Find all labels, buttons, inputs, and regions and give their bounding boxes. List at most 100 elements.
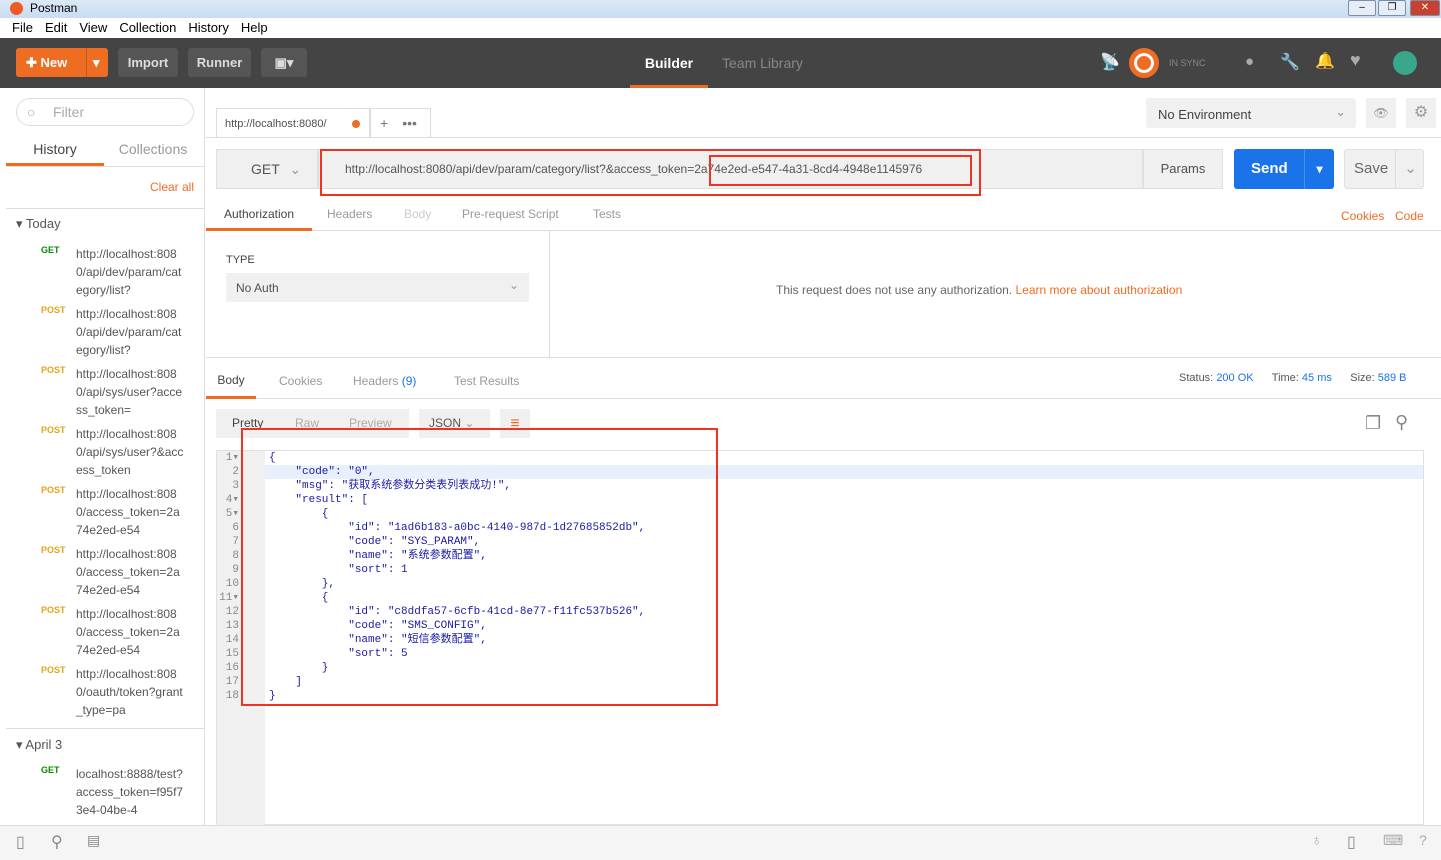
history-url: http://localhost:8080/access_token=2a74e… [76,547,180,597]
tab-collections[interactable]: Collections [104,136,202,166]
add-tab-button[interactable]: + [370,115,398,131]
filter-input[interactable]: ○ Filter [16,98,194,126]
tab-actions: + ••• [369,108,431,138]
heart-icon[interactable]: ♥ [1350,50,1361,71]
wrench-icon[interactable]: 🔧 [1280,52,1300,72]
method-badge: POST [41,305,66,315]
line-number: 2 [232,466,239,478]
status-label: Status: [1179,372,1214,384]
bell-icon[interactable]: 🔔 [1315,51,1335,71]
new-window-button[interactable]: ▣▾ [261,48,307,77]
chevron-down-icon[interactable]: ⌄ [1395,150,1425,188]
group-april-3[interactable]: ▾ April 3 [16,737,62,753]
params-button[interactable]: Params [1143,149,1223,189]
auth-type-select[interactable]: No Auth ⌄ [226,273,529,302]
tab-tests[interactable]: Tests [593,207,621,221]
headers-count: (9) [401,374,417,388]
tab-history[interactable]: History [6,136,104,166]
chevron-down-icon[interactable]: ▾ [1304,149,1334,189]
code-link[interactable]: Code [1395,209,1424,223]
filter-placeholder: Filter [53,104,85,120]
gear-icon[interactable]: ⚙ [1406,98,1436,128]
search-icon[interactable]: ⚲ [51,832,63,852]
globe-icon[interactable]: ● [1245,53,1254,70]
line-number: 5▾ [225,508,239,520]
menu-view[interactable]: View [79,20,107,35]
menu-history[interactable]: History [188,20,228,35]
save-label: Save [1354,160,1389,177]
line-number: 13 [225,620,239,632]
method-label: GET [251,161,280,177]
menu-file[interactable]: File [12,20,33,35]
line-number: 14 [225,634,239,646]
sync-icon[interactable] [1129,48,1159,78]
maximize-button[interactable]: ❐ [1378,0,1406,16]
type-label: TYPE [226,254,255,266]
group-today[interactable]: ▾ Today [16,216,61,232]
method-badge: POST [41,665,66,675]
auth-message: This request does not use any authorizat… [776,283,1182,297]
request-tab[interactable]: http://localhost:8080/ [216,108,371,138]
environment-select[interactable]: No Environment ⌄ [1146,98,1356,128]
help-icon[interactable]: ? [1419,832,1427,848]
time-value: 45 ms [1301,372,1332,384]
method-badge: POST [41,485,66,495]
history-url: http://localhost:8080/api/sys/user?acces… [76,367,183,417]
satellite-icon[interactable]: 📡 [1100,52,1120,72]
copy-icon[interactable]: ❐ [1365,413,1381,434]
search-icon[interactable]: ⚲ [1395,412,1408,433]
line-number: 6 [232,522,239,534]
tab-body[interactable]: Body [404,207,431,221]
request-tab-label: http://localhost:8080/ [225,118,327,130]
method-badge: GET [41,765,60,775]
tab-response-cookies[interactable]: Cookies [279,374,322,388]
tab-builder[interactable]: Builder [630,38,708,88]
eye-icon[interactable]: 👁 [1366,98,1396,128]
tab-test-results[interactable]: Test Results [454,374,519,388]
menu-edit[interactable]: Edit [45,20,67,35]
chevron-down-icon[interactable]: ▾ [86,48,100,77]
auth-text: This request does not use any authorizat… [776,283,1013,297]
chevron-down-icon: ⌄ [508,278,519,292]
environment-label: No Environment [1158,107,1252,122]
bulb-icon[interactable]: ♁ [1311,832,1322,849]
line-number: 18 [225,690,239,702]
console-icon[interactable]: ▤ [87,832,100,849]
keyboard-icon[interactable]: ⌨ [1383,832,1403,849]
import-button[interactable]: Import [118,48,178,77]
runner-button[interactable]: Runner [188,48,251,77]
method-badge: POST [41,605,66,615]
menu-collection[interactable]: Collection [119,20,176,35]
cookies-link[interactable]: Cookies [1341,209,1384,223]
menu-help[interactable]: Help [241,20,268,35]
learn-more-link[interactable]: Learn more about authorization [1016,283,1183,297]
two-pane-icon[interactable]: ▯ [1347,832,1356,852]
history-url: http://localhost:8080/oauth/token?grant_… [76,667,183,717]
unsaved-dot-icon [352,120,360,128]
avatar[interactable] [1393,51,1417,75]
close-button[interactable]: ✕ [1410,0,1440,16]
tab-headers[interactable]: Headers [327,207,372,221]
history-url: http://localhost:8080/api/dev/param/cate… [76,307,182,357]
send-button[interactable]: Send ▾ [1234,149,1334,189]
method-select[interactable]: GET ⌄ [216,149,318,189]
line-number: 4▾ [225,494,239,506]
highlight-response [241,428,718,706]
search-icon: ○ [27,104,36,120]
new-button[interactable]: ✚ New ▾ [16,48,108,77]
line-number: 16 [225,662,239,674]
more-tabs-button[interactable]: ••• [398,115,421,131]
tab-response-body[interactable]: Body [206,364,256,399]
save-button[interactable]: Save ⌄ [1344,149,1424,189]
minimize-button[interactable]: – [1348,0,1376,16]
line-number: 3 [232,480,239,492]
tab-pre-request-script[interactable]: Pre-request Script [462,207,559,221]
clear-all-link[interactable]: Clear all [150,180,194,194]
auth-type-value: No Auth [236,281,279,295]
tab-response-headers[interactable]: Headers (9) [353,374,416,388]
method-badge: POST [41,365,66,375]
toggle-sidebar-icon[interactable]: ▯ [16,832,25,852]
tab-team-library[interactable]: Team Library [722,38,803,88]
tab-authorization[interactable]: Authorization [206,200,312,231]
line-number: 17 [225,676,239,688]
